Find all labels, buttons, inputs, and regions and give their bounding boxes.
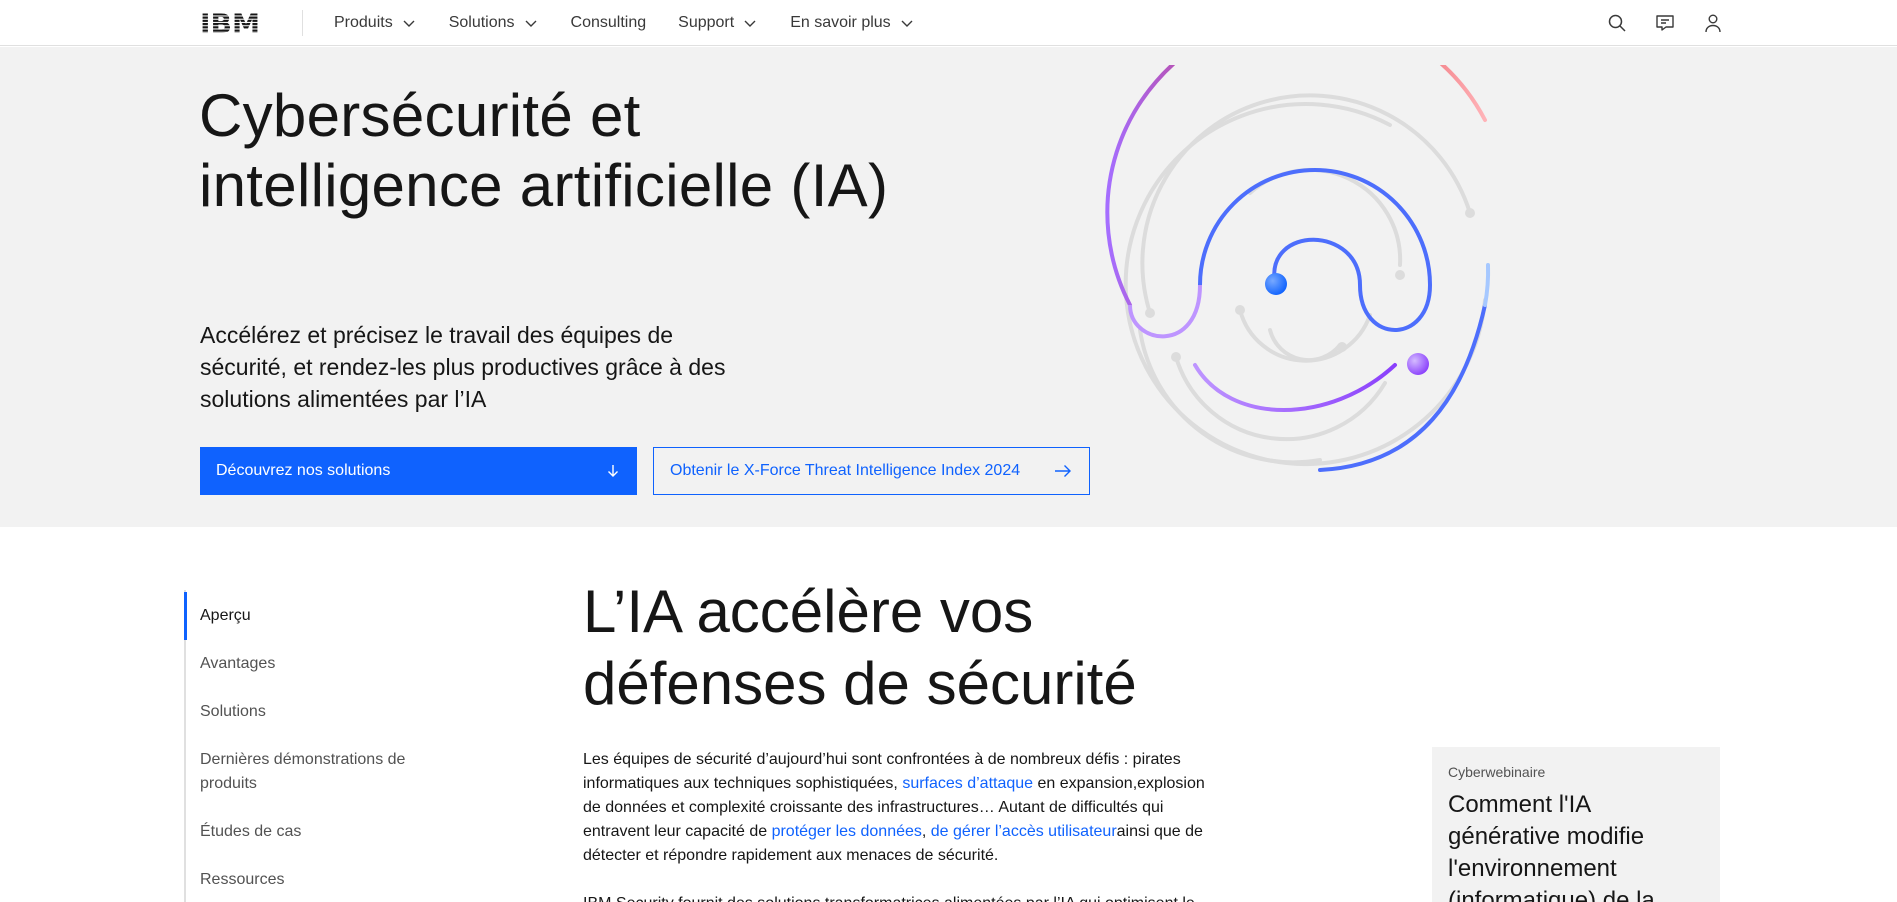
button-label: Découvrez nos solutions [216, 462, 391, 479]
sidenav-item-demos[interactable]: Dernières démonstrations de produits [200, 748, 425, 796]
ibm-logo-text: IBM [200, 10, 260, 36]
nav-item-produits[interactable]: Produits [318, 0, 433, 46]
sidenav-item-apercu[interactable]: Aperçu [200, 604, 440, 628]
chevron-down-icon [525, 20, 537, 27]
blue-sphere [1265, 273, 1287, 295]
purple-sphere [1407, 353, 1429, 375]
card-title: Comment l'IA générative modifie l'enviro… [1448, 791, 1655, 902]
webinar-card[interactable]: Cyberwebinaire Comment l'IA générative m… [1432, 747, 1720, 902]
nav-item-label: Solutions [448, 14, 515, 31]
search-icon [1608, 14, 1626, 32]
link-gerer-acces[interactable]: de gérer l’accès utilisateur [931, 823, 1117, 840]
arrow-down-icon [608, 465, 618, 477]
sidenav-active-indicator [184, 592, 187, 640]
nav-utility-icons [1593, 0, 1737, 46]
user-icon [1705, 14, 1721, 33]
maze-illustration [1105, 65, 1491, 472]
hero-title-line: Cybersécurité et [199, 82, 641, 149]
intro-paragraph: Les équipes de sécurité d’aujourd’hui so… [583, 748, 1223, 868]
user-button[interactable] [1689, 0, 1737, 46]
link-proteger-donnees[interactable]: protéger les données [772, 823, 922, 840]
nav-item-consulting[interactable]: Consulting [555, 0, 663, 46]
sidenav-item-etudes-de-cas[interactable]: Études de cas [200, 820, 440, 844]
chat-icon [1656, 15, 1674, 31]
nav-divider [302, 10, 303, 36]
nav-item-label: Support [678, 14, 735, 31]
xforce-index-button[interactable]: Obtenir le X-Force Threat Intelligence I… [653, 447, 1090, 495]
section-title-line: L’IA accélère vos [583, 578, 1034, 645]
search-button[interactable] [1593, 0, 1641, 46]
hero-subtitle: Accélérez et précisez le travail des équ… [200, 322, 726, 412]
chevron-down-icon [901, 20, 913, 27]
arrow-right-icon [1055, 465, 1071, 477]
discover-solutions-button[interactable]: Découvrez nos solutions [200, 447, 637, 495]
card-eyebrow: Cyberwebinaire [1448, 764, 1546, 780]
top-navigation: IBM Produits Solutions Consulting Suppor… [0, 0, 1897, 46]
nav-item-label: En savoir plus [790, 14, 891, 31]
nav-item-support[interactable]: Support [662, 0, 774, 46]
hero-title-line: intelligence artificielle (IA) [199, 152, 889, 219]
section-title: L’IA accélère vos défenses de sécurité [583, 576, 1283, 720]
main-menu: Produits Solutions Consulting Support En… [318, 0, 931, 46]
link-surfaces-attaque[interactable]: surfaces d’attaque [902, 775, 1033, 792]
contact-button[interactable] [1641, 0, 1689, 46]
sidenav-item-ressources[interactable]: Ressources [200, 868, 440, 892]
nav-item-label: Produits [334, 14, 393, 31]
button-label: Obtenir le X-Force Threat Intelligence I… [670, 462, 1021, 479]
hero-title: Cybersécurité et intelligence artificiel… [199, 81, 1019, 221]
sidenav-item-avantages[interactable]: Avantages [200, 652, 440, 676]
section-title-line: défenses de sécurité [583, 650, 1137, 717]
ibm-logo[interactable]: IBM [200, 9, 260, 40]
sidenav-item-solutions[interactable]: Solutions [200, 700, 440, 724]
nav-item-solutions[interactable]: Solutions [433, 0, 555, 46]
chevron-down-icon [403, 20, 415, 27]
second-paragraph: IBM Security fournit des solutions trans… [583, 892, 1223, 902]
hero-section: Cybersécurité et intelligence artificiel… [0, 47, 1897, 527]
nav-item-label: Consulting [570, 14, 647, 31]
paragraph-text: , [921, 823, 931, 840]
chevron-down-icon [744, 20, 756, 27]
nav-item-en-savoir-plus[interactable]: En savoir plus [774, 0, 931, 46]
